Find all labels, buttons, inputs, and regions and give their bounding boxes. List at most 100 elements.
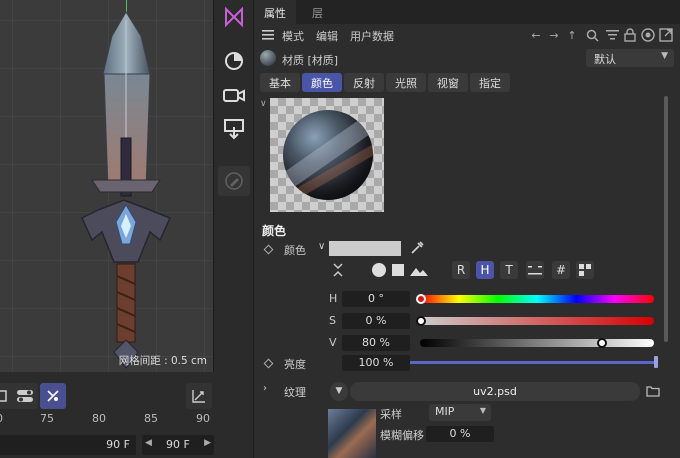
v-label: V [329, 336, 337, 349]
s-label: S [329, 314, 336, 327]
sampling-label: 采样 [380, 408, 402, 421]
h-label: H [329, 292, 338, 305]
menu-mode[interactable]: 模式 [282, 28, 304, 44]
tab-layers[interactable]: 层 [302, 0, 333, 24]
blur-offset-field[interactable]: 0 % [426, 426, 494, 442]
ruler-tick: 80 [92, 412, 106, 425]
keyframe-diamond-icon[interactable] [263, 358, 274, 369]
object-title: 材质 [材质] [282, 54, 339, 67]
ruler-tick: 0 [0, 412, 3, 425]
kelvin-mode-button[interactable]: T [500, 261, 518, 279]
sword-model [81, 11, 172, 369]
side-toolbar [214, 0, 254, 458]
fcurve-button[interactable] [186, 383, 212, 409]
right-arrow-icon[interactable]: ▶ [204, 438, 211, 448]
mixer-icon [528, 266, 542, 275]
subtab-assign[interactable]: 指定 [470, 73, 510, 92]
menu-edit[interactable]: 编辑 [316, 28, 338, 44]
texture-file-field[interactable]: uv2.psd [350, 382, 640, 401]
preset-dropdown[interactable]: 默认 ▼ [586, 49, 674, 67]
material-editor-icon [225, 6, 243, 28]
swatches-icon [579, 264, 591, 276]
current-frame-value: 90 F [166, 438, 190, 451]
render-button[interactable] [218, 114, 250, 144]
end-frame-field[interactable]: 90 F [0, 435, 136, 455]
tab-attributes[interactable]: 属性 [254, 0, 296, 24]
rgb-mode-button[interactable]: R [452, 261, 470, 279]
subtab-reflectance[interactable]: 反射 [344, 73, 384, 92]
color-label: 颜色 [284, 244, 306, 257]
texture-menu-button[interactable]: ▼ [330, 382, 348, 401]
snap-tool-button[interactable] [40, 383, 66, 409]
edit-icon [225, 172, 243, 190]
keyframe-diamond-icon[interactable] [263, 244, 274, 255]
target-icon[interactable] [640, 27, 656, 43]
timeline: 0 75 80 85 90 90 F ◀ 90 F ▶ [0, 372, 214, 458]
sampling-value: MIP [435, 405, 455, 418]
snap-icon [47, 390, 59, 402]
value-field[interactable]: 80 % [342, 335, 410, 351]
expand-chevron-icon[interactable]: ∨ [318, 241, 325, 252]
attribute-panel: 属性 层 模式 编辑 用户数据 ← → ↑ 材质 [材质] 默认 ▼ 基本 颜色… [254, 0, 680, 458]
object-title-row: 材质 [材质] 默认 ▼ [254, 48, 680, 70]
subtab-basic[interactable]: 基本 [260, 73, 300, 92]
lock-icon[interactable] [622, 27, 638, 43]
hue-field[interactable]: 0 ° [342, 291, 410, 307]
ruler-tick: 85 [144, 412, 158, 425]
menu-user-data[interactable]: 用户数据 [350, 28, 394, 44]
hue-slider-knob[interactable] [416, 294, 426, 304]
swatches-mode-button[interactable] [576, 261, 594, 279]
chevron-down-icon: ▼ [479, 406, 486, 415]
edit-button[interactable] [218, 166, 250, 196]
frame-ruler[interactable]: 0 75 80 85 90 [0, 412, 214, 434]
collapse-chevron-icon[interactable]: ∨ [260, 99, 267, 109]
hue-slider[interactable] [420, 295, 654, 303]
saturation-slider-knob[interactable] [416, 316, 426, 326]
search-icon[interactable] [584, 27, 600, 43]
eyedropper-icon[interactable] [409, 240, 425, 256]
spectrum-mode-icon[interactable] [392, 264, 404, 276]
material-editor-button[interactable] [218, 2, 250, 32]
camera-button[interactable] [218, 80, 250, 110]
value-slider[interactable] [420, 339, 654, 347]
subtab-viewport[interactable]: 视窗 [428, 73, 468, 92]
subtab-color[interactable]: 颜色 [302, 73, 342, 92]
hsv-mode-button[interactable]: H [476, 261, 494, 279]
toggle-icon-button[interactable] [12, 383, 38, 409]
blur-offset-label: 模糊偏移 [380, 429, 424, 442]
folder-icon[interactable] [646, 385, 660, 397]
brightness-slider-handle[interactable] [654, 356, 658, 368]
texture-thumbnail[interactable] [328, 409, 376, 458]
back-arrow-icon[interactable]: ← [528, 27, 544, 43]
saturation-slider[interactable] [420, 317, 654, 325]
panel-scrollbar[interactable] [664, 96, 668, 342]
brightness-slider[interactable] [410, 361, 658, 364]
hex-mode-button[interactable]: # [552, 261, 570, 279]
collapse-arrows-icon[interactable] [332, 262, 344, 278]
brightness-label: 亮度 [284, 358, 306, 371]
color-wheel-mode-icon[interactable] [372, 263, 386, 277]
expand-arrow-icon[interactable]: › [263, 383, 267, 394]
ruler-tick: 90 [196, 412, 210, 425]
hamburger-icon[interactable] [262, 30, 274, 40]
mixer-mode-button[interactable] [526, 261, 544, 279]
value-slider-knob[interactable] [597, 338, 607, 348]
sky-icon [225, 52, 243, 70]
filter-icon[interactable] [604, 27, 620, 43]
material-subtabs: 基本 颜色 反射 光照 视窗 指定 [260, 73, 512, 93]
new-window-icon[interactable] [658, 27, 674, 43]
sampling-dropdown[interactable]: MIP ▼ [429, 404, 491, 421]
forward-arrow-icon[interactable]: → [546, 27, 562, 43]
subtab-illumination[interactable]: 光照 [386, 73, 426, 92]
sky-button[interactable] [218, 46, 250, 76]
3d-viewport[interactable]: 网格间距 : 0.5 cm [0, 0, 214, 372]
left-arrow-icon[interactable]: ◀ [145, 438, 152, 448]
brightness-field[interactable]: 100 % [342, 355, 410, 371]
material-thumbnail-icon [260, 50, 276, 66]
saturation-field[interactable]: 0 % [342, 313, 410, 329]
material-preview[interactable] [270, 98, 384, 212]
color-swatch[interactable] [329, 241, 401, 256]
current-frame-stepper[interactable]: ◀ 90 F ▶ [142, 435, 214, 455]
image-mode-icon[interactable] [410, 264, 428, 276]
up-arrow-icon[interactable]: ↑ [564, 27, 580, 43]
